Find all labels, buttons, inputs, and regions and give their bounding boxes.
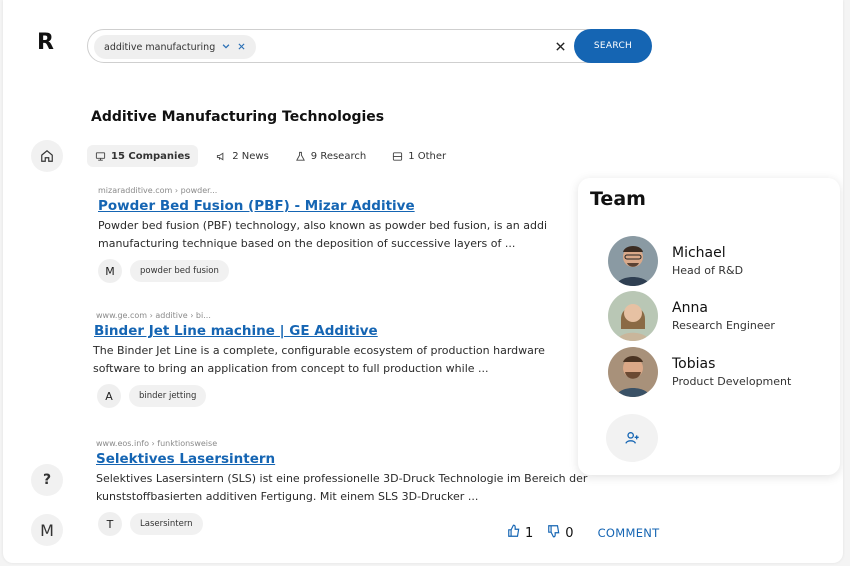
- tab-other[interactable]: 1 Other: [384, 145, 454, 167]
- remove-chip-icon[interactable]: [237, 41, 246, 54]
- search-button[interactable]: SEARCH: [574, 29, 652, 63]
- box-icon: [393, 151, 403, 161]
- dislike-count: 0: [565, 525, 574, 541]
- thumbs-up-icon[interactable]: [507, 524, 521, 542]
- member-name: Tobias: [672, 356, 716, 372]
- tab-label: 9 Research: [310, 150, 367, 162]
- result-tag[interactable]: powder bed fusion: [130, 260, 229, 282]
- clear-search-icon[interactable]: [555, 38, 566, 56]
- tab-news[interactable]: 2 News: [208, 145, 277, 167]
- thumbs-down-icon[interactable]: [547, 524, 561, 542]
- member-avatar: [608, 236, 658, 286]
- member-role: Head of R&D: [672, 264, 744, 277]
- team-member[interactable]: Anna Research Engineer: [608, 291, 775, 341]
- tab-label: 2 News: [232, 150, 269, 162]
- comment-button[interactable]: COMMENT: [598, 526, 660, 540]
- user-avatar-button[interactable]: M: [31, 514, 63, 546]
- search-result: www.eos.info › funktionsweise Selektives…: [96, 439, 636, 536]
- result-tag[interactable]: Lasersintern: [130, 513, 203, 535]
- add-member-button[interactable]: [606, 414, 658, 462]
- result-avatar[interactable]: T: [98, 512, 122, 536]
- member-role: Product Development: [672, 375, 792, 388]
- add-user-icon: [625, 432, 639, 444]
- result-desc-line: Powder bed fusion (PBF) technology, also…: [98, 219, 548, 232]
- result-url: www.eos.info › funktionsweise: [96, 439, 218, 448]
- team-member[interactable]: Tobias Product Development: [608, 347, 791, 397]
- member-name: Anna: [672, 300, 708, 316]
- member-avatar: [608, 291, 658, 341]
- home-icon: [41, 149, 53, 162]
- home-button[interactable]: [31, 140, 63, 172]
- result-title-link[interactable]: Powder Bed Fusion (PBF) - Mizar Additive: [98, 198, 658, 214]
- tab-label: 1 Other: [408, 150, 447, 162]
- result-url: mizaradditive.com › powder...: [98, 186, 218, 195]
- result-description: Powder bed fusion (PBF) technology, also…: [98, 217, 658, 253]
- member-name: Michael: [672, 245, 726, 261]
- building-icon: [95, 151, 106, 161]
- result-title-link[interactable]: Binder Jet Line machine | GE Additive: [94, 323, 653, 339]
- app-logo[interactable]: R: [37, 30, 54, 55]
- search-result: mizaradditive.com › powder... Powder Bed…: [98, 186, 658, 283]
- result-desc-line: kunststoffbasierten additiven Fertigung.…: [96, 490, 479, 503]
- team-member[interactable]: Michael Head of R&D: [608, 236, 743, 286]
- search-result: www.ge.com › additive › bi... Binder Jet…: [93, 311, 653, 408]
- team-title: Team: [590, 188, 646, 210]
- result-description: The Binder Jet Line is a complete, confi…: [93, 342, 653, 378]
- page-title: Additive Manufacturing Technologies: [91, 109, 385, 125]
- team-panel: Team Michael Head of R&D Anna Research E…: [578, 178, 840, 475]
- megaphone-icon: [217, 151, 224, 161]
- main-card: R ? M additive manufacturing SEARCH Addi…: [3, 0, 843, 563]
- result-desc-line: Selektives Lasersintern (SLS) ist eine p…: [96, 472, 588, 485]
- search-bar[interactable]: additive manufacturing SEARCH: [87, 29, 652, 63]
- tab-label: 15 Companies: [111, 150, 191, 162]
- member-avatar: [608, 347, 658, 397]
- tab-research[interactable]: 9 Research: [287, 145, 374, 167]
- search-chip-label: additive manufacturing: [104, 41, 216, 53]
- result-avatar[interactable]: A: [97, 384, 121, 408]
- result-title-link[interactable]: Selektives Lasersintern: [96, 451, 636, 467]
- result-desc-line: manufacturing technique based on the dep…: [98, 237, 516, 250]
- result-tags: M powder bed fusion: [98, 259, 658, 283]
- result-avatar[interactable]: M: [98, 259, 122, 283]
- result-tag[interactable]: binder jetting: [129, 385, 207, 407]
- result-tags: A binder jetting: [97, 384, 653, 408]
- result-desc-line: software to bring an application from co…: [93, 362, 489, 375]
- result-desc-line: The Binder Jet Line is a complete, confi…: [93, 344, 545, 357]
- result-description: Selektives Lasersintern (SLS) ist eine p…: [96, 470, 636, 506]
- like-count: 1: [525, 525, 534, 541]
- result-url: www.ge.com › additive › bi...: [96, 311, 211, 320]
- member-role: Research Engineer: [672, 319, 775, 332]
- help-button[interactable]: ?: [31, 464, 63, 496]
- tab-companies[interactable]: 15 Companies: [87, 145, 199, 167]
- result-tabs: 15 Companies 2 News 9 Research 1 Other: [87, 145, 464, 167]
- flask-icon: [295, 151, 305, 161]
- result-actions: 1 0 COMMENT: [507, 524, 659, 542]
- search-chip[interactable]: additive manufacturing: [94, 35, 257, 59]
- chevron-down-icon[interactable]: [221, 41, 231, 54]
